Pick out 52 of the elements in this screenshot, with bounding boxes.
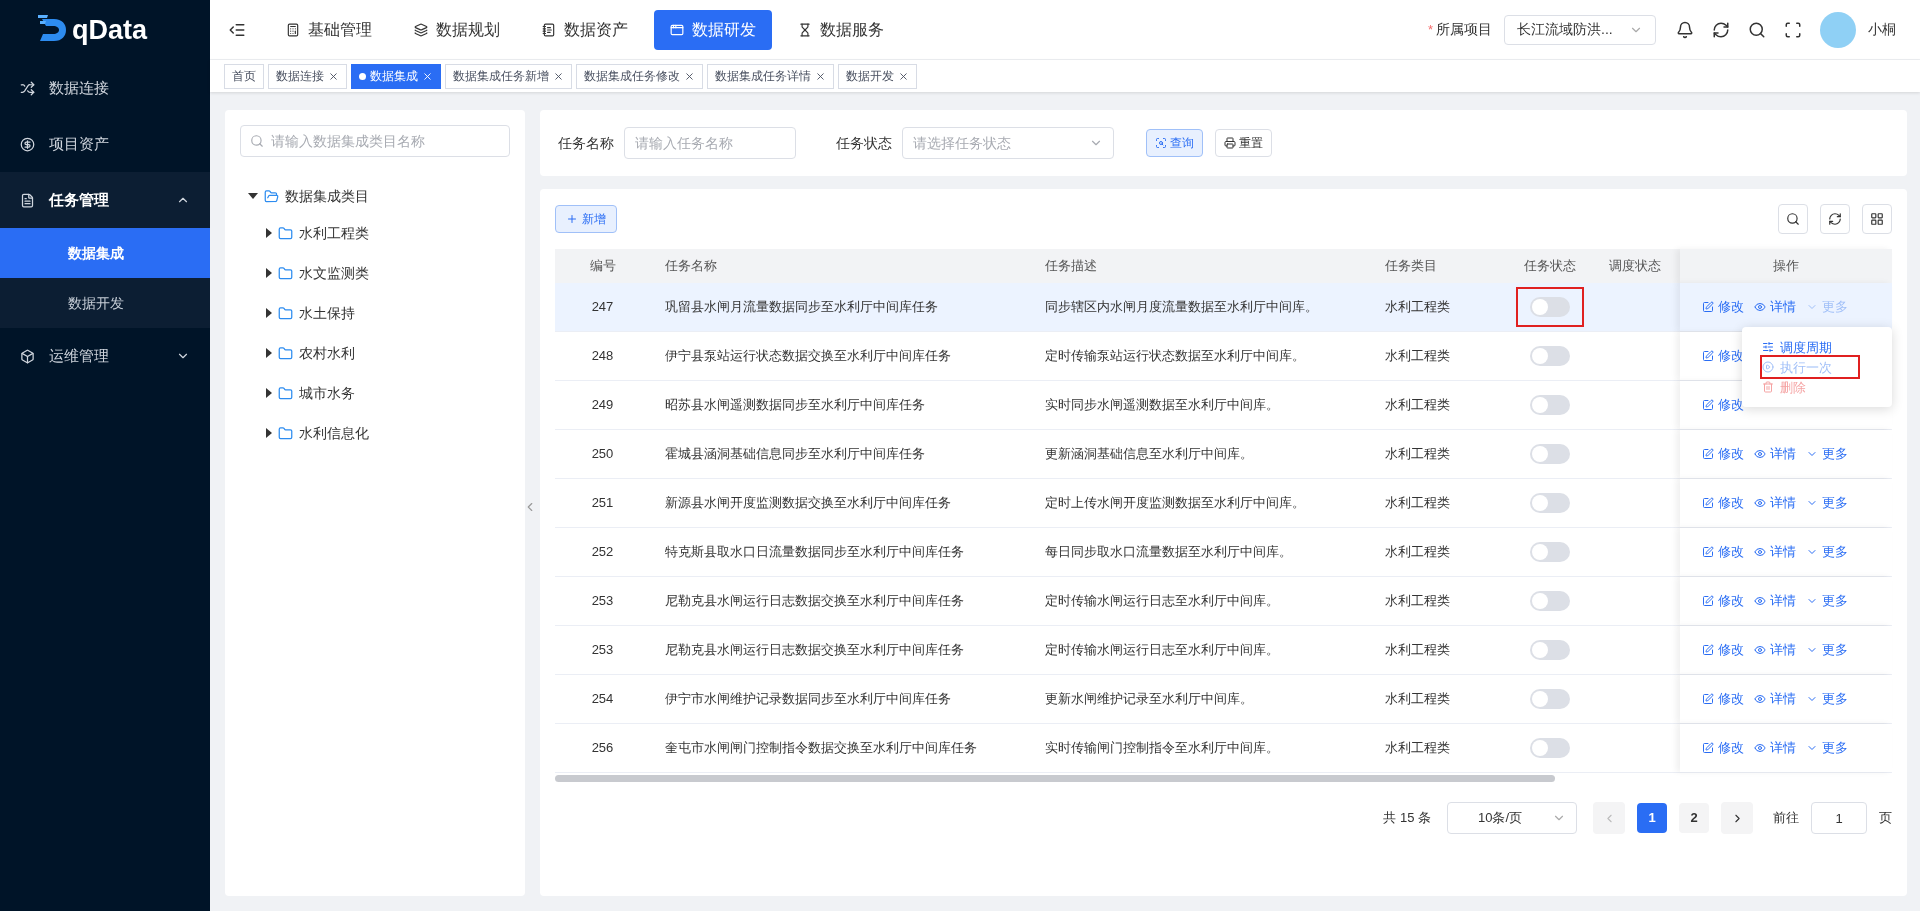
logo-text: qData: [72, 13, 147, 47]
page-suffix: 页: [1879, 809, 1892, 828]
goto-label: 前往: [1773, 809, 1799, 828]
table-cell-text: 霍城县涵洞基础信息同步至水利厅中间库任务: [664, 445, 926, 464]
table-cell-text: 253: [590, 641, 615, 660]
table-cell-text: 定时传输水闸运行日志至水利厅中间库。: [1044, 641, 1280, 660]
column-header: 任务类目: [1384, 257, 1438, 276]
table-cell-text: 奎屯市水闸闸门控制指令数据交换至水利厅中间库任务: [664, 739, 978, 758]
table-cell-text: 254: [590, 690, 615, 709]
required-mark: *: [1427, 20, 1433, 39]
table-cell-text: 水利工程类: [1384, 347, 1451, 366]
table-cell-text: 247: [590, 298, 615, 317]
table-cell-text: 水利工程类: [1384, 445, 1451, 464]
project-label: 所属项目: [1436, 20, 1492, 39]
column-header: 调度状态: [1608, 257, 1662, 276]
table-cell-text: 250: [590, 445, 615, 464]
table-cell-text: 尼勒克县水闸运行日志数据交换至水利厅中间库任务: [664, 641, 965, 660]
table-cell-text: 252: [590, 543, 615, 562]
table-cell-text: 248: [590, 347, 615, 366]
table-cell-text: 256: [590, 739, 615, 758]
table-cell-text: 251: [590, 494, 615, 513]
field-label: 任务名称: [558, 133, 614, 153]
table-cell-text: 定时传输泵站运行状态数据至水利厅中间库。: [1044, 347, 1306, 366]
table-cell-text: 定时传输水闸运行日志至水利厅中间库。: [1044, 592, 1280, 611]
table-cell-text: 水利工程类: [1384, 641, 1451, 660]
table-cell-text: 水利工程类: [1384, 543, 1451, 562]
table-cell-text: 伊宁县泵站运行状态数据交换至水利厅中间库任务: [664, 347, 952, 366]
table-cell-text: 同步辖区内水闸月度流量数据至水利厅中间库。: [1044, 298, 1319, 317]
column-header: 操作: [1680, 249, 1892, 283]
table-cell-text: 水利工程类: [1384, 494, 1451, 513]
table-cell-text: 尼勒克县水闸运行日志数据交换至水利厅中间库任务: [664, 592, 965, 611]
table-cell-text: 更新水闸维护记录至水利厅中间库。: [1044, 690, 1254, 709]
column-header: 任务名称: [664, 257, 718, 276]
table-cell-text: 水利工程类: [1384, 298, 1451, 317]
table-cell-text: 每日同步取水口流量数据至水利厅中间库。: [1044, 543, 1293, 562]
table-cell-text: 更新涵洞基础信息至水利厅中间库。: [1044, 445, 1254, 464]
table-cell-text: 水利工程类: [1384, 592, 1451, 611]
table-cell-text: 新源县水闸开度监测数据交换至水利厅中间库任务: [664, 494, 952, 513]
table-cell-text: 特克斯县取水口日流量数据同步至水利厅中间库任务: [664, 543, 965, 562]
column-header: 编号: [588, 257, 617, 276]
table-cell-text: 水利工程类: [1384, 739, 1451, 758]
column-header: 任务描述: [1044, 257, 1098, 276]
user-name: 小桐: [1868, 20, 1896, 39]
column-header: 任务状态: [1523, 257, 1577, 276]
table-cell-text: 253: [590, 592, 615, 611]
field-label: 任务状态: [836, 133, 892, 153]
table-cell-text: 伊宁市水闸维护记录数据同步至水利厅中间库任务: [664, 690, 952, 709]
table-cell-text: 实时传输闸门控制指令至水利厅中间库。: [1044, 739, 1280, 758]
table-cell-text: 水利工程类: [1384, 690, 1451, 709]
table-cell-text: 定时上传水闸开度监测数据至水利厅中间库。: [1044, 494, 1306, 513]
total-count: 共 15 条: [1383, 809, 1431, 828]
table-cell-text: 巩留县水闸月流量数据同步至水利厅中间库任务: [664, 298, 939, 317]
